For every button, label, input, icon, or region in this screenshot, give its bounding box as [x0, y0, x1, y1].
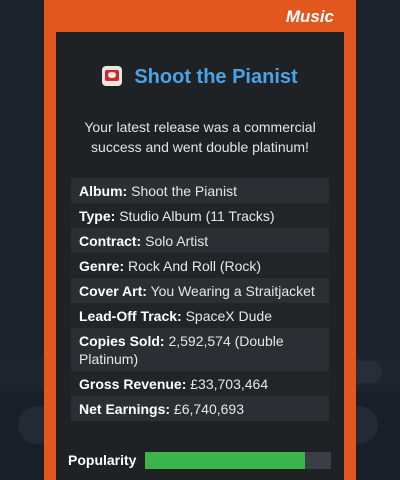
detail-value: £6,740,693 [173, 400, 244, 417]
detail-value: Solo Artist [145, 232, 209, 249]
detail-value: Shoot the Pianist [131, 182, 237, 199]
popularity-bar-fill [145, 452, 305, 469]
detail-row-genre: Genre: Rock And Roll (Rock) [71, 253, 329, 278]
popularity-label: Popularity [68, 452, 137, 468]
detail-label: Type: [79, 207, 116, 224]
detail-value: Studio Album (11 Tracks) [119, 207, 275, 224]
detail-value: £33,703,464 [190, 375, 269, 392]
detail-value: Rock And Roll (Rock) [128, 257, 262, 274]
detail-label: Copies Sold: [79, 332, 165, 349]
detail-value: SpaceX Dude [185, 307, 272, 324]
popularity-bar [145, 452, 331, 469]
modal-title: Shoot the Pianist [134, 66, 298, 88]
detail-row-gross-revenue: Gross Revenue: £33,703,464 [71, 371, 329, 396]
detail-label: Contract: [79, 232, 142, 249]
detail-label: Net Earnings: [79, 400, 171, 417]
detail-label: Cover Art: [79, 282, 147, 299]
detail-row-type: Type: Studio Album (11 Tracks) [71, 203, 329, 228]
modal-message: Your latest release was a commercial suc… [84, 119, 316, 155]
detail-label: Gross Revenue: [79, 375, 187, 392]
detail-row-contract: Contract: Solo Artist [71, 228, 329, 253]
detail-row-copies-sold: Copies Sold: 2,592,574 (Double Platinum) [71, 328, 329, 371]
detail-row-cover-art: Cover Art: You Wearing a Straitjacket [71, 278, 329, 303]
detail-row-lead-off-track: Lead-Off Track: SpaceX Dude [71, 303, 329, 328]
detail-row-net-earnings: Net Earnings: £6,740,693 [71, 396, 329, 421]
detail-row-album: Album: Shoot the Pianist [71, 178, 329, 203]
category-tag: Music [285, 7, 334, 26]
detail-value: You Wearing a Straitjacket [150, 282, 315, 299]
detail-label: Genre: [79, 257, 125, 274]
film-camera-icon [102, 66, 123, 86]
detail-label: Album: [79, 182, 128, 199]
release-details: Album: Shoot the Pianist Type: Studio Al… [71, 178, 329, 421]
modal-title-row: Shoot the Pianist [0, 66, 400, 89]
detail-label: Lead-Off Track: [79, 307, 182, 324]
